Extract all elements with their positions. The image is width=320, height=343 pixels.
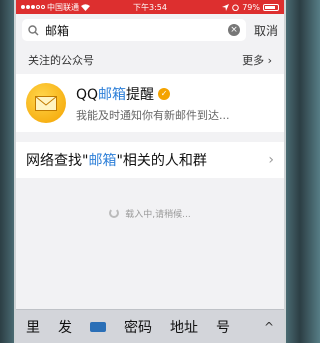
- search-icon: [28, 24, 39, 35]
- candidate-4[interactable]: 地址: [170, 317, 198, 337]
- section-title: 关注的公众号: [28, 54, 94, 67]
- expand-candidates-button[interactable]: ^: [264, 320, 274, 334]
- network-search-row[interactable]: 网络查找"邮箱"相关的人和群 ›: [16, 142, 284, 178]
- account-description: 我能及时通知你有新邮件到达...: [76, 108, 230, 122]
- chevron-right-icon: ›: [267, 54, 272, 67]
- chevron-right-icon: ›: [268, 152, 274, 168]
- more-link[interactable]: 更多 ›: [242, 52, 272, 68]
- section-header: 关注的公众号 更多 ›: [16, 46, 284, 74]
- candidate-5[interactable]: 号: [216, 317, 230, 337]
- candidate-3[interactable]: 密码: [124, 317, 152, 337]
- battery-icon: [263, 3, 279, 11]
- clear-icon[interactable]: ×: [227, 24, 240, 36]
- candidate-1[interactable]: 里: [26, 317, 40, 337]
- cancel-button[interactable]: 取消: [254, 22, 278, 39]
- phone-screen: 中国联通 下午3:54 79% 邮箱 × 取消 关注的公众号 更多 › QQ邮箱…: [14, 0, 286, 343]
- loading-text: 载入中,请稍候...: [125, 209, 191, 220]
- keyboard-candidate-bar: 里 发 密码 地址 号 ^: [16, 309, 284, 343]
- account-card[interactable]: QQ邮箱提醒 ✓ 我能及时通知你有新邮件到达...: [16, 74, 284, 132]
- spinner-icon: [109, 208, 120, 218]
- keyboard-emoji-icon[interactable]: [90, 321, 106, 332]
- status-bar: 中国联通 下午3:54 79%: [16, 0, 284, 14]
- account-name: QQ邮箱提醒 ✓: [76, 84, 274, 104]
- search-query: 邮箱: [45, 23, 70, 38]
- status-time: 下午3:54: [133, 2, 167, 12]
- search-input[interactable]: 邮箱 ×: [22, 19, 246, 41]
- verified-icon: ✓: [158, 87, 171, 100]
- loading-indicator: 载入中,请稍候...: [16, 178, 284, 248]
- search-row: 邮箱 × 取消: [16, 14, 284, 46]
- candidate-2[interactable]: 发: [58, 317, 72, 337]
- mail-icon: [26, 83, 66, 123]
